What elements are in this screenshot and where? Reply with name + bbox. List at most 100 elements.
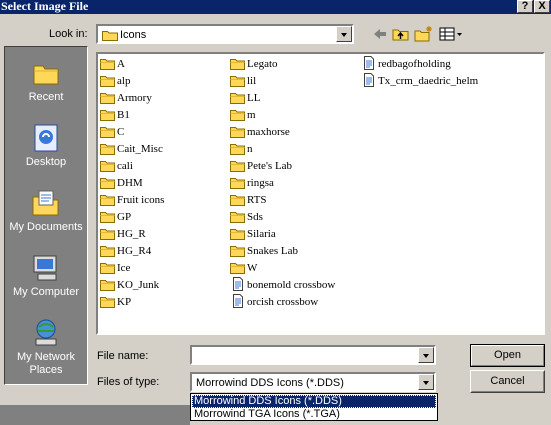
folder-icon [230,262,246,274]
item-label: Cait_Misc [117,143,163,155]
file-icon [230,277,246,291]
file-name-label: File name: [97,350,149,362]
item-label: n [247,143,253,155]
my-computer-icon [30,252,62,284]
item-label: A [117,58,125,70]
cancel-button[interactable]: Cancel [470,370,545,393]
folder-icon [100,109,116,121]
cancel-button-label: Cancel [471,371,544,392]
item-label: KO_Junk [117,279,160,291]
look-in-value: Icons [120,29,147,41]
folder-icon [230,160,246,172]
item-label: C [117,126,125,138]
item-label: DHM [117,177,143,189]
files-of-type-dropdown-button[interactable] [418,374,434,390]
folder-icon [230,109,246,121]
view-menu-icon[interactable] [437,24,465,44]
item-label: bonemold crossbow [247,279,336,291]
places-bar: Recent Desktop My Documents My Computer … [4,46,88,385]
place-recent-label: Recent [28,91,64,103]
folder-icon [100,143,116,155]
folder-icon [100,126,116,138]
close-button[interactable]: X [534,0,550,13]
item-label: Ice [117,262,131,274]
item-label: alp [117,75,131,87]
back-arrow-icon[interactable] [369,24,391,44]
place-my-network-places-label: My Network Places [16,351,76,376]
folder-icon [230,194,246,206]
place-my-documents[interactable]: My Documents [5,187,87,234]
network-places-icon [30,317,62,349]
files-of-type-value: Morrowind DDS Icons (*.DDS) [196,377,344,389]
folder-icon [230,92,246,104]
item-label: ringsa [247,177,274,189]
folder-icon [230,177,246,189]
files-of-type-select[interactable]: Morrowind DDS Icons (*.DDS) [190,372,436,392]
item-label: Legato [247,58,278,70]
place-my-computer[interactable]: My Computer [5,252,87,299]
place-my-network-places[interactable]: My Network Places [5,317,87,377]
folder-icon [230,143,246,155]
item-label: B1 [117,109,130,121]
folder-icon [100,245,116,257]
file-name-input[interactable] [190,345,436,365]
item-label: maxhorse [247,126,290,138]
folder-icon [100,296,116,308]
item-label: KP [117,296,132,308]
folder-icon [100,160,116,172]
folder-icon [100,262,116,274]
my-documents-icon [30,187,62,219]
item-label: orcish crossbow [247,296,319,308]
item-label: Tx_crm_daedric_helm [378,75,479,87]
folder-icon [100,279,116,291]
item-label: Fruit icons [117,194,165,206]
item-label: Armory [117,92,152,104]
folder-icon [100,177,116,189]
folder-icon [230,228,246,240]
folder-icon [100,75,116,87]
new-folder-icon[interactable] [413,24,435,44]
file-type-option-tga[interactable]: Morrowind TGA Icons (*.TGA) [192,408,436,421]
window-title: Select Image File [1,0,89,13]
item-label: HG_R [117,228,146,240]
folder-icon [100,228,116,240]
file-icon [361,73,377,87]
item-label: Pete's Lab [247,160,293,172]
item-label: m [247,109,256,121]
item-label: LL [247,92,261,104]
folder-icon [100,194,116,206]
look-in-label: Look in: [49,28,88,40]
bottom-strip [0,405,190,425]
look-in-combobox[interactable]: Icons [96,24,354,44]
open-button[interactable]: Open [470,344,545,367]
folder-icon [102,31,118,41]
item-label: Snakes Lab [247,245,299,257]
folder-icon [230,126,246,138]
file-type-dropdown-list: Morrowind DDS Icons (*.DDS) Morrowind TG… [190,393,438,421]
item-label: cali [117,160,133,172]
look-in-dropdown-button[interactable] [336,26,352,42]
item-label: redbagofholding [378,58,451,70]
item-label: lil [247,75,257,87]
recent-icon [30,57,62,89]
item-label: HG_R4 [117,245,152,257]
file-icon [361,56,377,70]
title-bar: Select Image File ? X [0,0,551,14]
open-button-label: Open [471,345,544,366]
place-my-computer-label: My Computer [12,286,80,298]
folder-icon [100,58,116,70]
folder-icon [230,245,246,257]
item-label: RTS [247,194,267,206]
desktop-icon [30,122,62,154]
help-button[interactable]: ? [517,0,533,13]
up-one-level-icon[interactable] [390,24,412,44]
file-list[interactable]: Aalp Armory B1 C Cait_Misccali DHM Fruit icons… [96,52,545,335]
file-type-option-dds[interactable]: Morrowind DDS Icons (*.DDS) [192,395,436,408]
place-desktop[interactable]: Desktop [5,122,87,169]
folder-icon [230,211,246,223]
place-recent[interactable]: Recent [5,57,87,104]
files-of-type-label: Files of type: [97,376,160,388]
file-name-dropdown-button[interactable] [418,347,434,363]
item-label: Silaria [247,228,276,240]
item-label: W [247,262,258,274]
